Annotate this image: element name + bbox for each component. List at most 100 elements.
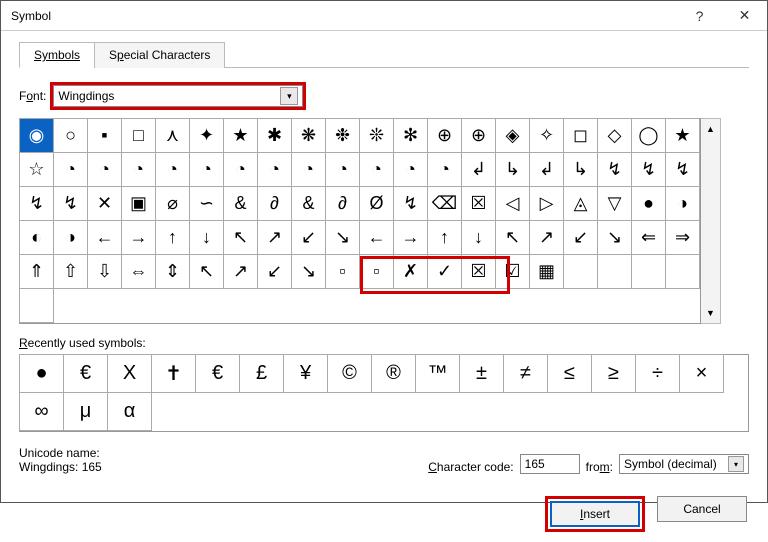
charcode-input[interactable] [520, 454, 580, 474]
symbol-cell[interactable] [665, 254, 700, 289]
symbol-cell[interactable]: ↲ [529, 152, 564, 187]
symbol-cell[interactable]: ⇑ [19, 254, 54, 289]
recent-cell[interactable]: ™ [415, 354, 460, 393]
symbol-cell[interactable]: ✦ [189, 118, 224, 153]
symbol-cell[interactable]: ◔ [427, 152, 462, 187]
symbol-cell[interactable]: ◔ [291, 152, 326, 187]
recent-cell[interactable]: ≤ [547, 354, 592, 393]
symbol-cell[interactable]: ↯ [665, 152, 700, 187]
symbol-cell[interactable]: ◑ [665, 186, 700, 221]
symbol-cell[interactable]: ↳ [495, 152, 530, 187]
recent-cell[interactable]: ∞ [19, 392, 64, 431]
symbol-cell[interactable]: ∂ [257, 186, 292, 221]
symbol-cell[interactable]: ⊕ [427, 118, 462, 153]
scroll-up-icon[interactable]: ▲ [701, 119, 720, 139]
close-button[interactable]: ✕ [722, 1, 767, 31]
recent-cell[interactable]: ≥ [591, 354, 636, 393]
symbol-cell[interactable]: ↙ [563, 220, 598, 255]
scrollbar[interactable]: ▲ ▼ [701, 118, 721, 324]
symbol-cell[interactable]: ❊ [359, 118, 394, 153]
symbol-cell[interactable]: ⋏ [155, 118, 190, 153]
symbol-cell[interactable]: ✕ [87, 186, 122, 221]
symbol-cell[interactable]: ▪ [87, 118, 122, 153]
symbol-cell[interactable]: ← [87, 220, 122, 255]
help-button[interactable]: ? [677, 1, 722, 31]
symbol-cell[interactable]: ☆ [19, 152, 54, 187]
symbol-cell[interactable]: Ø [359, 186, 394, 221]
symbol-cell[interactable]: ◉ [19, 118, 54, 153]
symbol-cell[interactable]: ★ [665, 118, 700, 153]
symbol-cell[interactable]: ◔ [189, 152, 224, 187]
symbol-cell[interactable]: ↘ [291, 254, 326, 289]
tab-special-characters[interactable]: Special Characters [94, 42, 225, 68]
symbol-cell[interactable]: ◔ [223, 152, 258, 187]
symbol-cell[interactable]: ↯ [597, 152, 632, 187]
symbol-cell[interactable]: □ [121, 118, 156, 153]
symbol-cell[interactable]: ◯ [631, 118, 666, 153]
symbol-cell[interactable]: ◐ [19, 220, 54, 255]
from-select[interactable]: Symbol (decimal) ▾ [619, 454, 749, 474]
symbol-cell[interactable]: ❋ [291, 118, 326, 153]
symbol-cell[interactable]: ◇ [597, 118, 632, 153]
symbol-cell[interactable]: ◔ [87, 152, 122, 187]
symbol-cell[interactable]: ⊕ [461, 118, 496, 153]
symbol-cell[interactable]: ○ [53, 118, 88, 153]
symbol-cell[interactable]: ▫ [325, 254, 360, 289]
symbol-cell[interactable]: ∂ [325, 186, 360, 221]
cancel-button[interactable]: Cancel [657, 496, 747, 522]
symbol-cell[interactable]: ↙ [257, 254, 292, 289]
recent-cell[interactable]: μ [63, 392, 108, 431]
symbol-cell[interactable]: ◔ [257, 152, 292, 187]
symbol-cell[interactable]: ▫ [359, 254, 394, 289]
symbol-cell[interactable]: ↖ [495, 220, 530, 255]
symbol-cell[interactable]: ↑ [155, 220, 190, 255]
scroll-down-icon[interactable]: ▼ [701, 303, 720, 323]
symbol-cell[interactable] [563, 254, 598, 289]
symbol-cell[interactable]: ↲ [461, 152, 496, 187]
symbol-cell[interactable]: & [291, 186, 326, 221]
symbol-cell[interactable] [631, 254, 666, 289]
symbol-cell[interactable]: ↯ [19, 186, 54, 221]
symbol-cell[interactable]: ◔ [359, 152, 394, 187]
symbol-cell[interactable]: ◑ [53, 220, 88, 255]
recent-cell[interactable]: ± [459, 354, 504, 393]
symbol-cell[interactable]: ⇕ [155, 254, 190, 289]
recent-cell[interactable]: ● [19, 354, 64, 393]
symbol-cell[interactable]: ★ [223, 118, 258, 153]
recent-cell[interactable]: ✝ [151, 354, 196, 393]
symbol-cell[interactable]: ✧ [529, 118, 564, 153]
recent-cell[interactable]: ≠ [503, 354, 548, 393]
symbol-cell[interactable]: ▷ [529, 186, 564, 221]
symbol-cell[interactable]: ◔ [155, 152, 190, 187]
symbol-cell[interactable]: ☒ [461, 254, 496, 289]
tab-symbols[interactable]: Symbols [19, 42, 95, 68]
symbol-cell[interactable]: ↓ [461, 220, 496, 255]
recent-cell[interactable]: ® [371, 354, 416, 393]
scroll-track[interactable] [701, 139, 720, 303]
recent-cell[interactable]: © [327, 354, 372, 393]
recent-cell[interactable]: € [195, 354, 240, 393]
symbol-cell[interactable]: ↯ [53, 186, 88, 221]
symbol-cell[interactable]: ↗ [257, 220, 292, 255]
recent-cell[interactable]: ÷ [635, 354, 680, 393]
recent-cell[interactable]: £ [239, 354, 284, 393]
symbol-cell[interactable]: ▣ [121, 186, 156, 221]
font-select[interactable]: Wingdings ▾ [53, 85, 303, 107]
symbol-cell[interactable]: ↘ [325, 220, 360, 255]
symbol-cell[interactable]: ∽ [189, 186, 224, 221]
symbol-cell[interactable]: ↳ [563, 152, 598, 187]
symbol-cell[interactable]: ◻ [563, 118, 598, 153]
symbol-cell[interactable]: ↖ [223, 220, 258, 255]
symbol-cell[interactable]: ◔ [325, 152, 360, 187]
symbol-cell[interactable]: ▦ [529, 254, 564, 289]
symbol-cell[interactable]: ☒ [461, 186, 496, 221]
symbol-cell[interactable]: ◔ [393, 152, 428, 187]
symbol-cell[interactable]: ⇩ [87, 254, 122, 289]
symbol-cell[interactable]: ← [359, 220, 394, 255]
symbol-cell[interactable]: ◔ [121, 152, 156, 187]
recent-cell[interactable]: × [679, 354, 724, 393]
recent-grid[interactable]: ●€X✝€£¥©®™±≠≤≥÷×∞μα [19, 354, 749, 432]
symbol-cell[interactable]: ⌫ [427, 186, 462, 221]
symbol-cell[interactable]: ↓ [189, 220, 224, 255]
symbol-cell[interactable]: → [121, 220, 156, 255]
